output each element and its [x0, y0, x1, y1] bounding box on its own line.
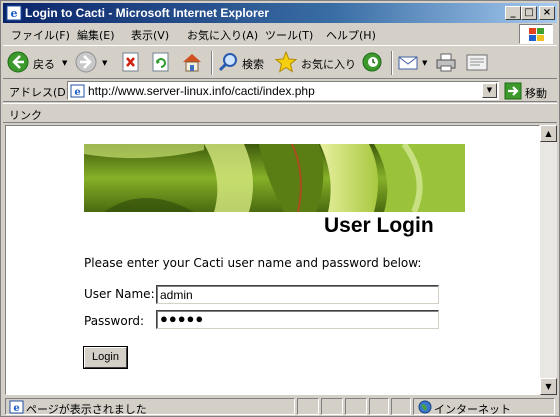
home-icon	[183, 54, 201, 72]
menu-favorites[interactable]: お気に入り(A)	[187, 27, 258, 43]
windows-flag-icon	[529, 28, 544, 41]
home-button[interactable]	[181, 50, 205, 76]
toolbar-separator	[391, 51, 393, 75]
back-dropdown-icon[interactable]: ▼	[62, 59, 67, 67]
username-label: User Name:	[84, 287, 155, 301]
username-value: admin	[160, 288, 193, 302]
internet-globe-icon	[418, 400, 432, 414]
status-message: ページが表示されました	[26, 403, 147, 416]
mail-icon	[398, 56, 418, 70]
status-panel	[391, 398, 411, 415]
go-label: 移動	[525, 87, 547, 100]
page-icon: e	[70, 84, 85, 98]
status-panel	[321, 398, 343, 415]
links-bar: リンク	[3, 103, 557, 123]
close-button[interactable]: ×	[539, 6, 555, 20]
mail-button[interactable]: ▼	[397, 50, 429, 76]
window-title: Login to Cacti - Microsoft Internet Expl…	[25, 6, 270, 20]
status-panel	[369, 398, 389, 415]
scroll-up-button[interactable]: ▲	[540, 125, 557, 142]
svg-text:e: e	[13, 403, 19, 414]
security-zone-label: インターネット	[434, 403, 511, 416]
address-dropdown-button[interactable]: ▼	[482, 83, 497, 98]
cacti-banner-image	[84, 144, 465, 212]
password-input[interactable]: ●●●●●	[156, 310, 439, 329]
login-prompt: Please enter your Cacti user name and pa…	[84, 256, 422, 270]
menu-help[interactable]: ヘルプ(H)	[326, 27, 376, 43]
browser-window: e Login to Cacti - Microsoft Internet Ex…	[0, 0, 560, 417]
password-label: Password:	[84, 314, 145, 328]
go-arrow-icon	[504, 82, 522, 100]
status-panel	[297, 398, 319, 415]
stop-button[interactable]	[121, 50, 143, 76]
menu-view[interactable]: 表示(V)	[131, 27, 169, 43]
toolbar: 戻る ▼ ▼ 検索 お気に入り ▼	[3, 45, 557, 79]
search-button[interactable]: 検索	[217, 50, 269, 76]
svg-text:e: e	[11, 7, 18, 20]
print-icon	[436, 53, 456, 72]
print-button[interactable]	[435, 50, 459, 76]
status-panel	[345, 398, 367, 415]
address-input[interactable]: e http://www.server-linux.info/cacti/ind…	[67, 81, 499, 100]
user-login-heading: User Login	[324, 214, 434, 237]
menu-bar: ファイル(F) 編集(E) 表示(V) お気に入り(A) ツール(T) ヘルプ(…	[3, 24, 557, 44]
mail-dropdown-icon[interactable]: ▼	[422, 59, 427, 67]
forward-arrow-icon	[75, 51, 97, 73]
menu-tools[interactable]: ツール(T)	[265, 27, 313, 43]
toolbar-separator	[211, 51, 213, 75]
login-button[interactable]: Login	[84, 347, 127, 368]
title-bar[interactable]: e Login to Cacti - Microsoft Internet Ex…	[3, 3, 557, 23]
refresh-button[interactable]	[151, 50, 173, 76]
scroll-down-button[interactable]: ▼	[540, 378, 557, 395]
menu-edit[interactable]: 編集(E)	[77, 27, 115, 43]
edit-page-icon	[466, 54, 488, 71]
links-label[interactable]: リンク	[9, 107, 42, 123]
svg-text:e: e	[74, 87, 80, 98]
back-button[interactable]: 戻る ▼	[7, 50, 67, 76]
security-zone-panel[interactable]: インターネット	[413, 398, 555, 416]
status-bar: e ページが表示されました インターネット	[3, 397, 557, 416]
password-value: ●●●●●	[160, 311, 205, 326]
back-arrow-icon	[7, 51, 29, 73]
windows-logo	[519, 24, 553, 44]
username-input[interactable]: admin	[156, 285, 439, 304]
search-label: 検索	[242, 58, 264, 71]
search-icon	[218, 53, 237, 72]
status-message-panel: e ページが表示されました	[5, 398, 295, 416]
favorites-star-icon	[275, 51, 297, 73]
go-button[interactable]: 移動	[503, 81, 555, 101]
history-button[interactable]	[361, 50, 385, 76]
address-label: アドレス(D)	[9, 86, 71, 99]
maximize-button[interactable]: □	[521, 6, 537, 20]
favorites-button[interactable]: お気に入り	[275, 50, 356, 76]
address-url: http://www.server-linux.info/cacti/index…	[88, 84, 315, 98]
history-icon	[362, 52, 382, 72]
page-done-icon: e	[9, 400, 24, 414]
refresh-icon	[152, 52, 169, 72]
page-viewport: User Login Please enter your Cacti user …	[5, 125, 540, 395]
menu-file[interactable]: ファイル(F)	[11, 27, 70, 43]
address-bar: アドレス(D) e http://www.server-linux.info/c…	[3, 80, 557, 102]
back-label: 戻る	[33, 58, 55, 71]
ie-icon: e	[6, 5, 22, 21]
forward-button[interactable]: ▼	[75, 50, 111, 76]
minimize-button[interactable]: _	[505, 6, 521, 20]
forward-dropdown-icon[interactable]: ▼	[102, 59, 107, 67]
edit-button[interactable]	[465, 50, 491, 76]
vertical-scrollbar[interactable]: ▲ ▼	[540, 125, 557, 395]
favorites-label: お気に入り	[301, 58, 356, 71]
stop-icon	[122, 52, 139, 72]
